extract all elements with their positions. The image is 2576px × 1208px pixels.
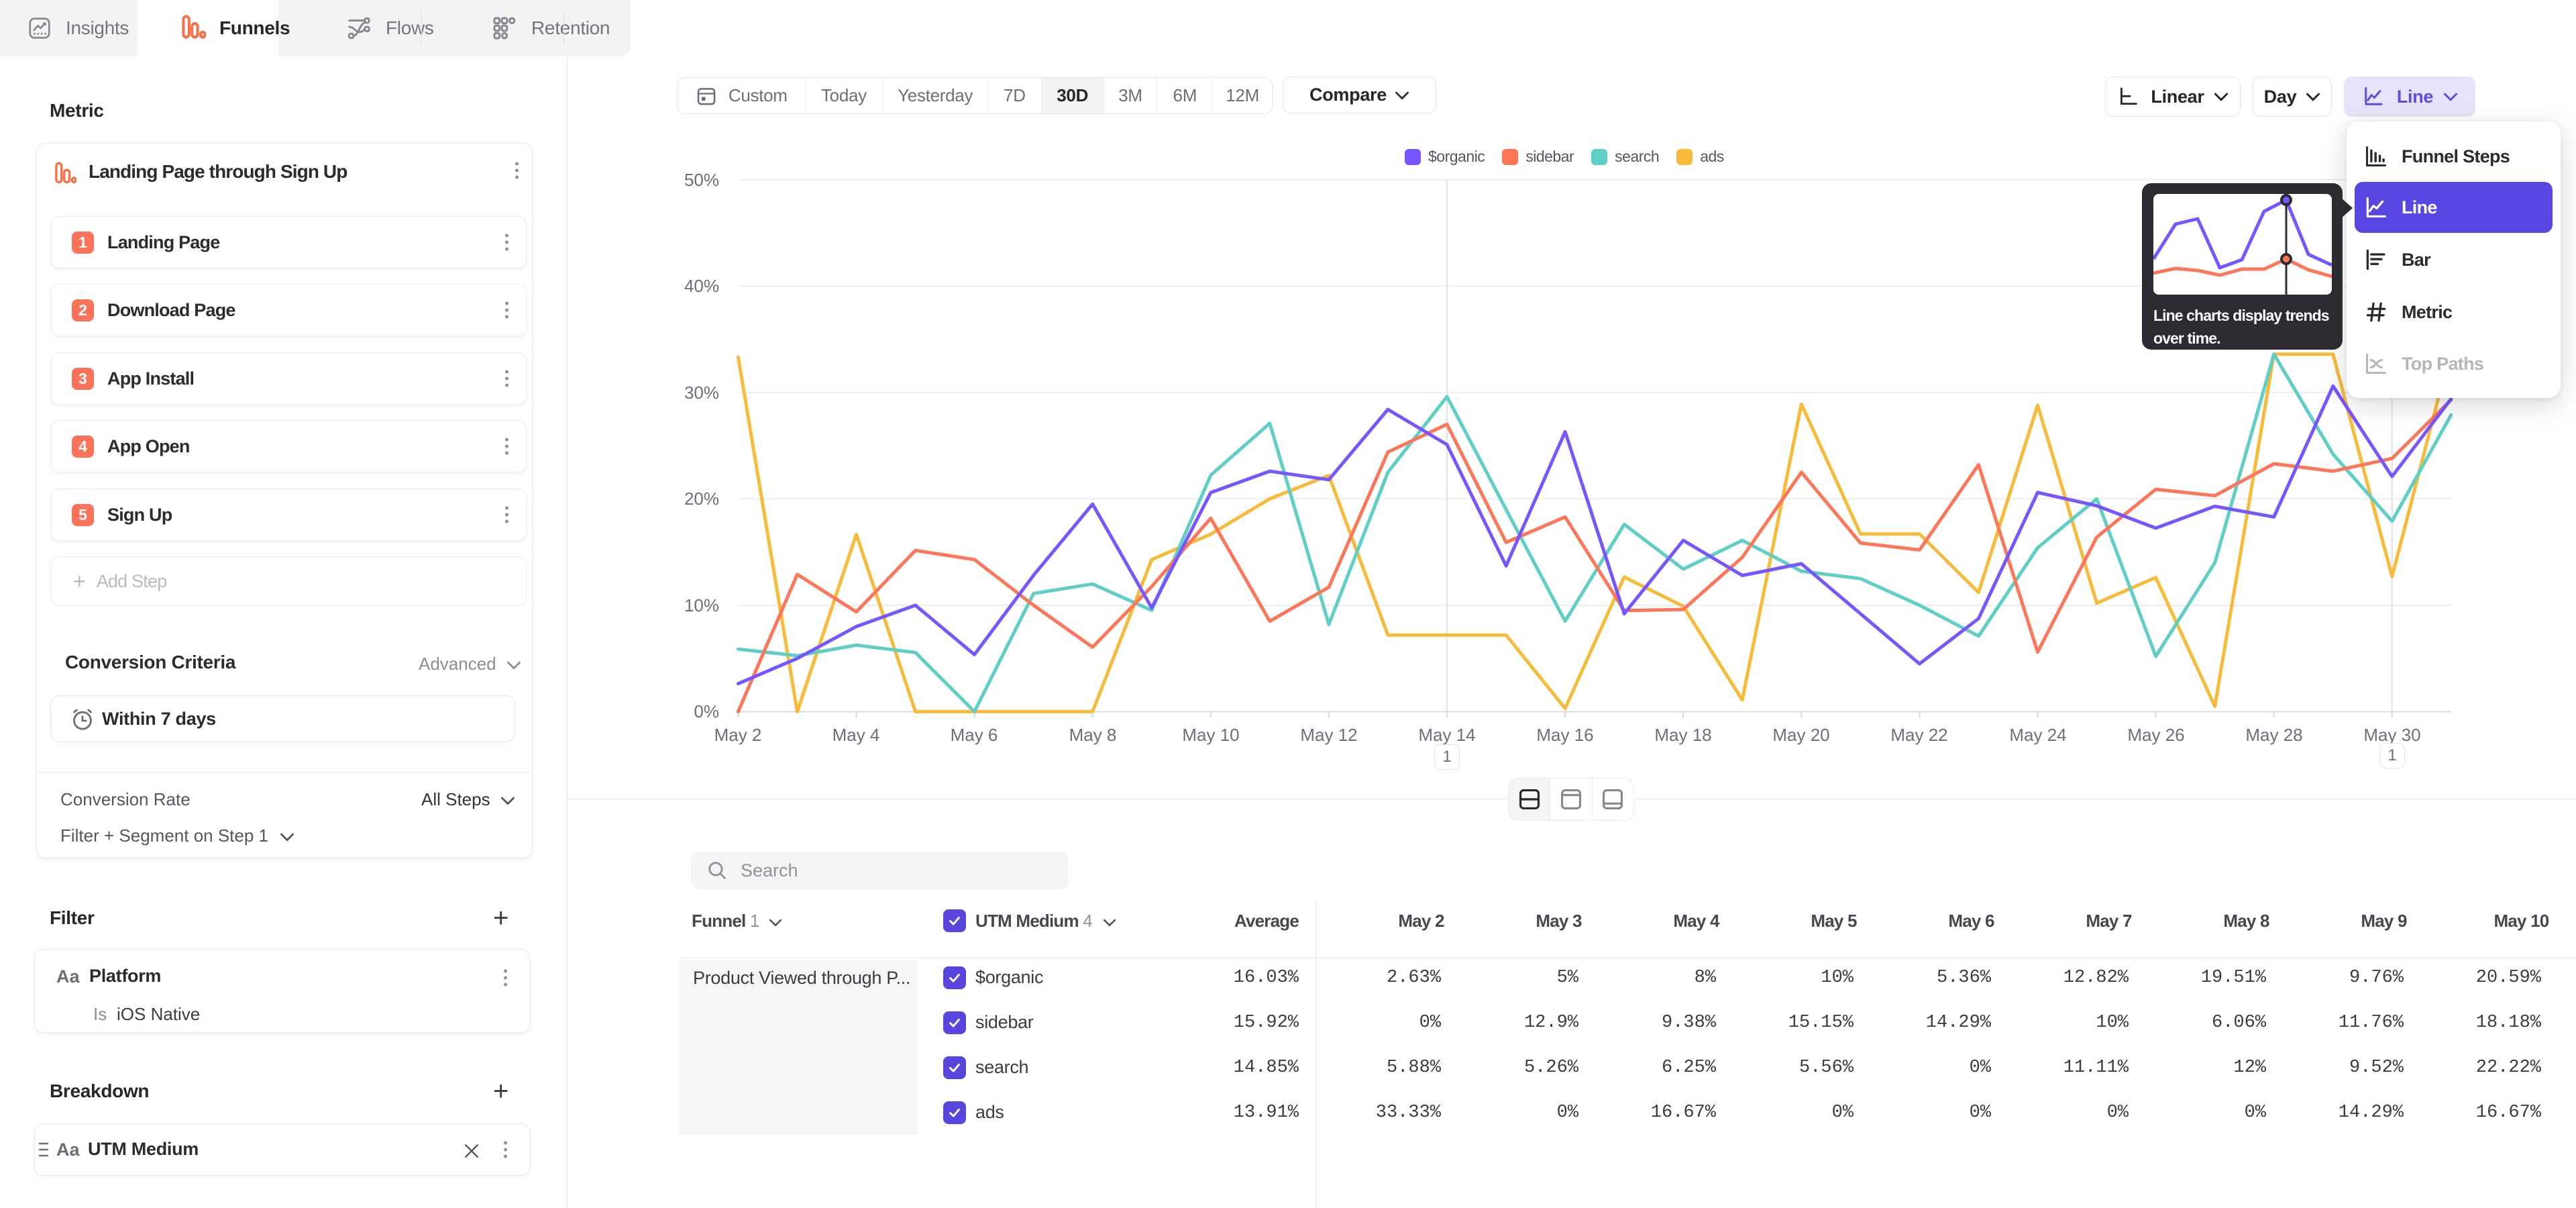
svg-text:May 20: May 20 — [1772, 725, 1829, 745]
svg-text:May 2: May 2 — [714, 725, 762, 745]
svg-text:May 26: May 26 — [2127, 725, 2184, 745]
svg-text:May 30: May 30 — [2363, 725, 2420, 745]
svg-text:May 28: May 28 — [2245, 725, 2302, 745]
svg-text:50%: 50% — [684, 170, 719, 190]
svg-text:30%: 30% — [684, 383, 719, 403]
svg-text:May 12: May 12 — [1300, 725, 1357, 745]
svg-text:May 4: May 4 — [833, 725, 880, 745]
svg-text:May 10: May 10 — [1182, 725, 1239, 745]
svg-text:May 14: May 14 — [1418, 725, 1475, 745]
svg-text:0%: 0% — [694, 701, 719, 721]
svg-text:20%: 20% — [684, 489, 719, 509]
svg-text:May 16: May 16 — [1536, 725, 1593, 745]
svg-text:May 6: May 6 — [951, 725, 998, 745]
svg-text:May 8: May 8 — [1069, 725, 1117, 745]
svg-text:May 18: May 18 — [1654, 725, 1711, 745]
svg-text:40%: 40% — [684, 276, 719, 296]
svg-text:May 24: May 24 — [2009, 725, 2066, 745]
svg-text:May 22: May 22 — [1890, 725, 1947, 745]
svg-text:10%: 10% — [684, 595, 719, 615]
